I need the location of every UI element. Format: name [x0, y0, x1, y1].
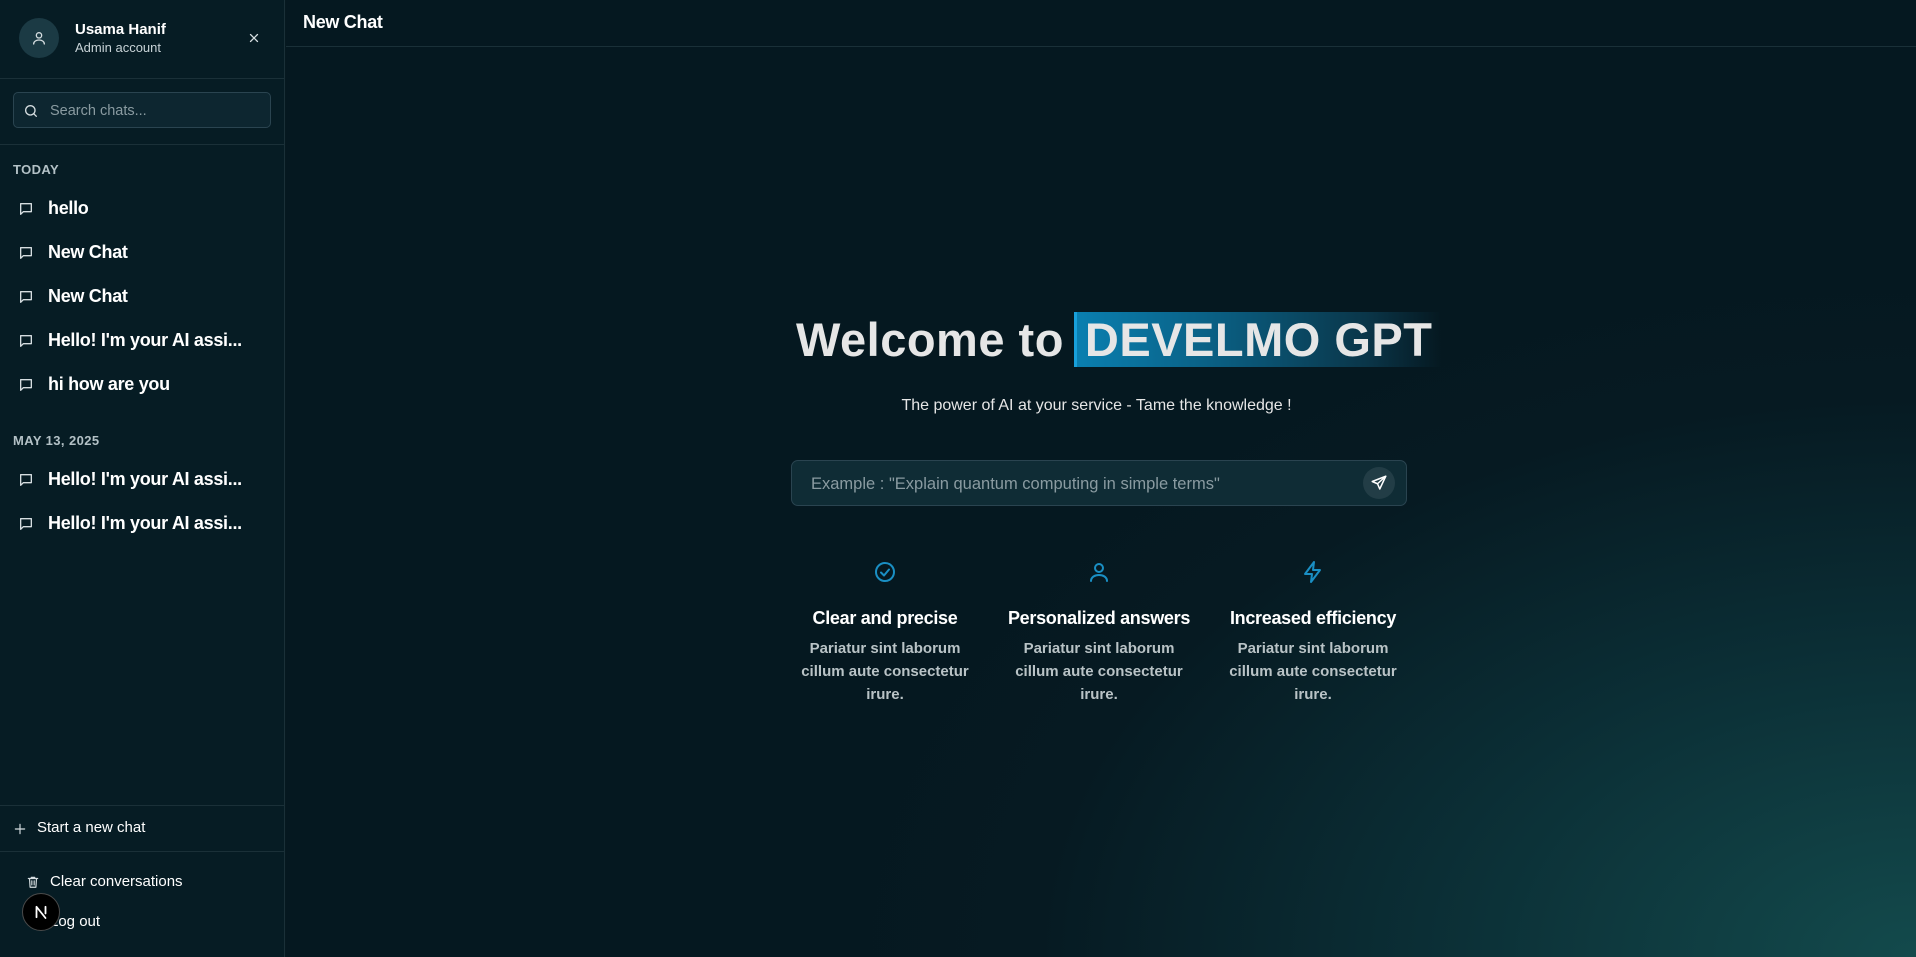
message-icon [20, 203, 32, 215]
chat-item-label: Hello! I'm your AI assi... [48, 330, 242, 350]
lightning-icon [1304, 561, 1321, 583]
send-icon [1371, 475, 1387, 490]
trash-icon [27, 876, 39, 888]
avatar[interactable] [19, 18, 59, 58]
close-sidebar-button[interactable] [244, 28, 264, 48]
n-logo-icon [35, 905, 47, 919]
search-box[interactable] [13, 92, 271, 129]
feature-card: Increased efficiency Pariatur sint labor… [1218, 560, 1408, 706]
feature-description: Pariatur sint laborum cillum aute consec… [1229, 640, 1397, 703]
feature-title: Increased efficiency [1229, 608, 1397, 628]
chat-item-label: New Chat [48, 242, 128, 262]
profile-header: Usama Hanif Admin account [0, 0, 284, 79]
feature-description: Pariatur sint laborum cillum aute consec… [801, 640, 969, 703]
chat-item-label: Hello! I'm your AI assi... [48, 469, 242, 489]
section-label-today: TODAY [13, 162, 60, 177]
message-icon [20, 247, 32, 259]
prompt-box [791, 460, 1407, 507]
chat-item-label: New Chat [48, 286, 128, 306]
tagline: The power of AI at your service - Tame t… [901, 397, 1292, 414]
welcome-prefix: Welcome to [796, 313, 1064, 366]
prompt-input[interactable] [809, 461, 1353, 507]
chat-item[interactable]: New Chat [0, 233, 284, 273]
send-button[interactable] [1363, 467, 1395, 499]
main-panel: New Chat Welcome to DEVELMO GPT The power… [286, 0, 1916, 957]
chat-item-label: hello [48, 198, 89, 218]
clear-conversations-button[interactable]: Clear conversations [0, 870, 284, 894]
message-icon [20, 518, 32, 530]
plus-icon [14, 823, 26, 835]
chat-item[interactable]: Hello! I'm your AI assi... [0, 460, 284, 500]
message-icon [20, 474, 32, 486]
feature-card: Personalized answers Pariatur sint labor… [1004, 560, 1194, 706]
welcome-heading: Welcome to DEVELMO GPT [796, 312, 1441, 367]
section-label-date: MAY 13, 2025 [13, 433, 100, 448]
chat-item[interactable]: Hello! I'm your AI assi... [0, 321, 284, 361]
message-icon [20, 335, 32, 347]
feature-card: Clear and precise Pariatur sint laborum … [790, 560, 980, 706]
search-input[interactable] [48, 93, 267, 129]
topbar: New Chat [286, 0, 1916, 47]
chat-item[interactable]: hello [0, 189, 284, 229]
page-title: New Chat [303, 12, 383, 32]
search-section [0, 78, 284, 145]
nextjs-badge[interactable] [22, 893, 60, 931]
chat-item[interactable]: Hello! I'm your AI assi... [0, 504, 284, 544]
chat-item-label: hi how are you [48, 374, 170, 394]
new-chat-label: Start a new chat [37, 819, 146, 836]
feature-title: Personalized answers [1007, 608, 1191, 628]
search-icon [25, 105, 37, 117]
clear-conversations-label: Clear conversations [50, 873, 183, 890]
feature-title: Clear and precise [812, 608, 958, 628]
user-icon [33, 32, 45, 45]
chat-item[interactable]: New Chat [0, 277, 284, 317]
close-icon [249, 33, 259, 43]
sidebar: Usama Hanif Admin account TODAY hello Ne… [0, 0, 285, 957]
check-circle-icon [875, 562, 895, 582]
user-name: Usama Hanif [75, 21, 166, 38]
new-chat-button[interactable]: Start a new chat [0, 805, 284, 852]
feature-description: Pariatur sint laborum cillum aute consec… [1015, 640, 1183, 703]
user-icon [1090, 563, 1108, 582]
message-icon [20, 379, 32, 391]
brand-highlight: DEVELMO GPT [1073, 312, 1441, 367]
message-icon [20, 291, 32, 303]
chat-item-label: Hello! I'm your AI assi... [48, 513, 242, 533]
user-role: Admin account [75, 40, 161, 55]
chat-item[interactable]: hi how are you [0, 365, 284, 405]
